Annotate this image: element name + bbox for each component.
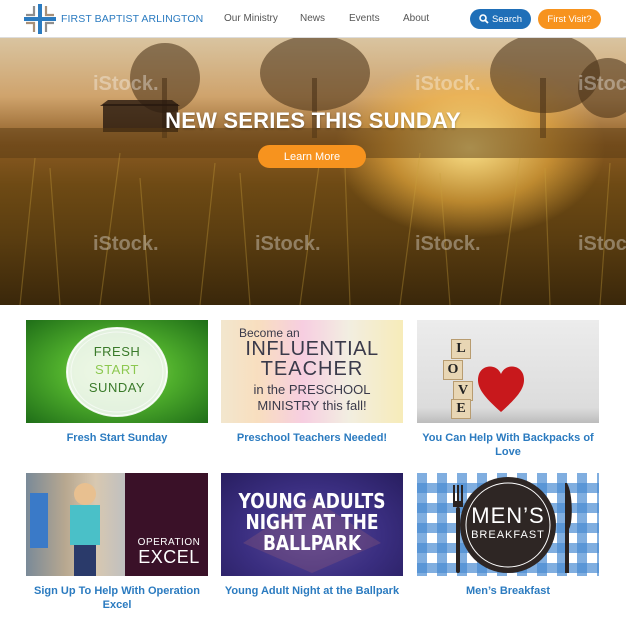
nav-events[interactable]: Events bbox=[349, 13, 380, 24]
image-text: YOUNG ADULTS bbox=[238, 489, 386, 513]
watermark: iStock. bbox=[93, 73, 159, 95]
watermark: iStock. bbox=[255, 233, 321, 255]
letter-block: O bbox=[443, 360, 463, 380]
card-title[interactable]: Young Adult Night at the Ballpark bbox=[221, 584, 403, 598]
card-mens-breakfast[interactable]: MEN’S BREAKFAST Men’s Breakfast bbox=[417, 473, 599, 598]
watermark: iStock. bbox=[93, 233, 159, 255]
photo-children bbox=[26, 473, 125, 576]
first-visit-button[interactable]: First Visit? bbox=[538, 9, 601, 29]
search-button-label: Search bbox=[491, 13, 523, 25]
watermark: iStock. bbox=[578, 73, 626, 95]
image-text: BALLPARK bbox=[262, 531, 362, 555]
hero-banner: iStock. iStock. iStock. iStock. iStock. … bbox=[0, 38, 626, 305]
image-text: NIGHT AT THE bbox=[245, 510, 379, 534]
heart-icon bbox=[477, 366, 525, 412]
image-text: EXCEL bbox=[138, 547, 200, 567]
card-image[interactable]: FRESH START SUNDAY bbox=[26, 320, 208, 423]
letter-block: E bbox=[451, 399, 471, 419]
image-text: MEN’S bbox=[471, 503, 545, 528]
image-text: FRESH bbox=[93, 344, 141, 359]
card-image[interactable]: L O V E bbox=[417, 320, 599, 423]
letter-block: L bbox=[451, 339, 471, 359]
learn-more-button[interactable]: Learn More bbox=[258, 145, 366, 168]
brand-name[interactable]: FIRST BAPTIST ARLINGTON bbox=[61, 13, 203, 25]
image-text: in the PRESCHOOL bbox=[253, 382, 371, 397]
card-title[interactable]: Fresh Start Sunday bbox=[26, 431, 208, 445]
card-preschool-teachers[interactable]: Become an INFLUENTIAL TEACHER in the PRE… bbox=[221, 320, 403, 445]
church-logo-icon[interactable] bbox=[24, 4, 56, 34]
image-text: BREAKFAST bbox=[471, 529, 545, 541]
hero-title: NEW SERIES THIS SUNDAY bbox=[165, 108, 461, 133]
watermark: iStock. bbox=[578, 233, 626, 255]
card-backpacks-of-love[interactable]: L O V E You Can Help With Backpacks of L… bbox=[417, 320, 599, 459]
card-title[interactable]: Preschool Teachers Needed! bbox=[221, 431, 403, 445]
card-image[interactable]: YOUNG ADULTS NIGHT AT THE BALLPARK bbox=[221, 473, 403, 576]
image-text: SUNDAY bbox=[88, 380, 146, 395]
search-icon bbox=[479, 14, 489, 24]
nav-our-ministry[interactable]: Our Ministry bbox=[224, 13, 278, 24]
image-text: START bbox=[95, 362, 139, 377]
card-operation-excel[interactable]: OPERATION EXCEL Sign Up To Help With Ope… bbox=[26, 473, 208, 612]
image-text: TEACHER bbox=[260, 358, 364, 380]
watermark: iStock. bbox=[415, 73, 481, 95]
nav-news[interactable]: News bbox=[300, 13, 325, 24]
card-young-adults-ballpark[interactable]: YOUNG ADULTS NIGHT AT THE BALLPARK Young… bbox=[221, 473, 403, 598]
card-fresh-start-sunday[interactable]: FRESH START SUNDAY Fresh Start Sunday bbox=[26, 320, 208, 445]
letter-block: V bbox=[453, 381, 473, 401]
card-title[interactable]: Men’s Breakfast bbox=[417, 584, 599, 598]
watermark: iStock. bbox=[415, 233, 481, 255]
nav-about[interactable]: About bbox=[403, 13, 429, 24]
card-image[interactable]: OPERATION EXCEL bbox=[26, 473, 208, 576]
card-image[interactable]: MEN’S BREAKFAST bbox=[417, 473, 599, 576]
image-text: MINISTRY this fall! bbox=[257, 398, 367, 413]
search-button[interactable]: Search bbox=[470, 9, 531, 29]
card-title[interactable]: You Can Help With Backpacks of Love bbox=[417, 431, 599, 459]
site-header: FIRST BAPTIST ARLINGTON Our Ministry New… bbox=[0, 0, 626, 38]
card-title[interactable]: Sign Up To Help With Operation Excel bbox=[26, 584, 208, 612]
card-image[interactable]: Become an INFLUENTIAL TEACHER in the PRE… bbox=[221, 320, 403, 423]
